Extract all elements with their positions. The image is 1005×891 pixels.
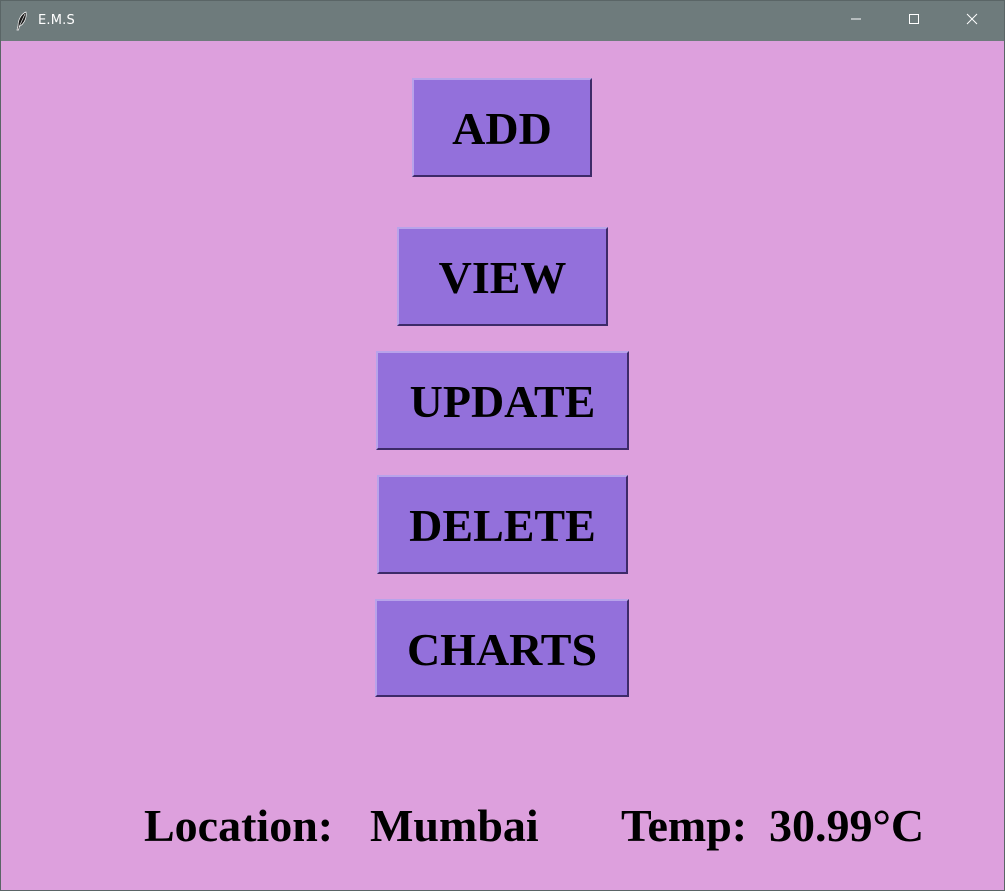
delete-button[interactable]: DELETE: [377, 475, 628, 574]
maximize-icon: [908, 13, 920, 29]
charts-button[interactable]: CHARTS: [375, 599, 629, 697]
temp-value: 30.99°C: [769, 800, 925, 851]
main-panel: ADD VIEW UPDATE DELETE CHARTS Location: …: [1, 41, 1004, 890]
update-button[interactable]: UPDATE: [376, 351, 629, 450]
close-button[interactable]: [943, 1, 1001, 41]
close-icon: [966, 13, 978, 29]
add-button[interactable]: ADD: [412, 78, 592, 177]
minimize-icon: [850, 13, 862, 29]
feather-icon: [15, 11, 29, 31]
window-title: E.M.S: [38, 13, 75, 28]
temp-label: Temp:: [621, 800, 748, 851]
app-window: E.M.S ADD VIEW UPDATE DELETE CHARTS Loca…: [0, 0, 1005, 891]
maximize-button[interactable]: [885, 1, 943, 41]
minimize-button[interactable]: [827, 1, 885, 41]
location-value: Mumbai: [370, 800, 539, 851]
view-button[interactable]: VIEW: [397, 227, 608, 326]
title-bar[interactable]: E.M.S: [1, 1, 1004, 41]
location-label: Location:: [144, 800, 334, 851]
